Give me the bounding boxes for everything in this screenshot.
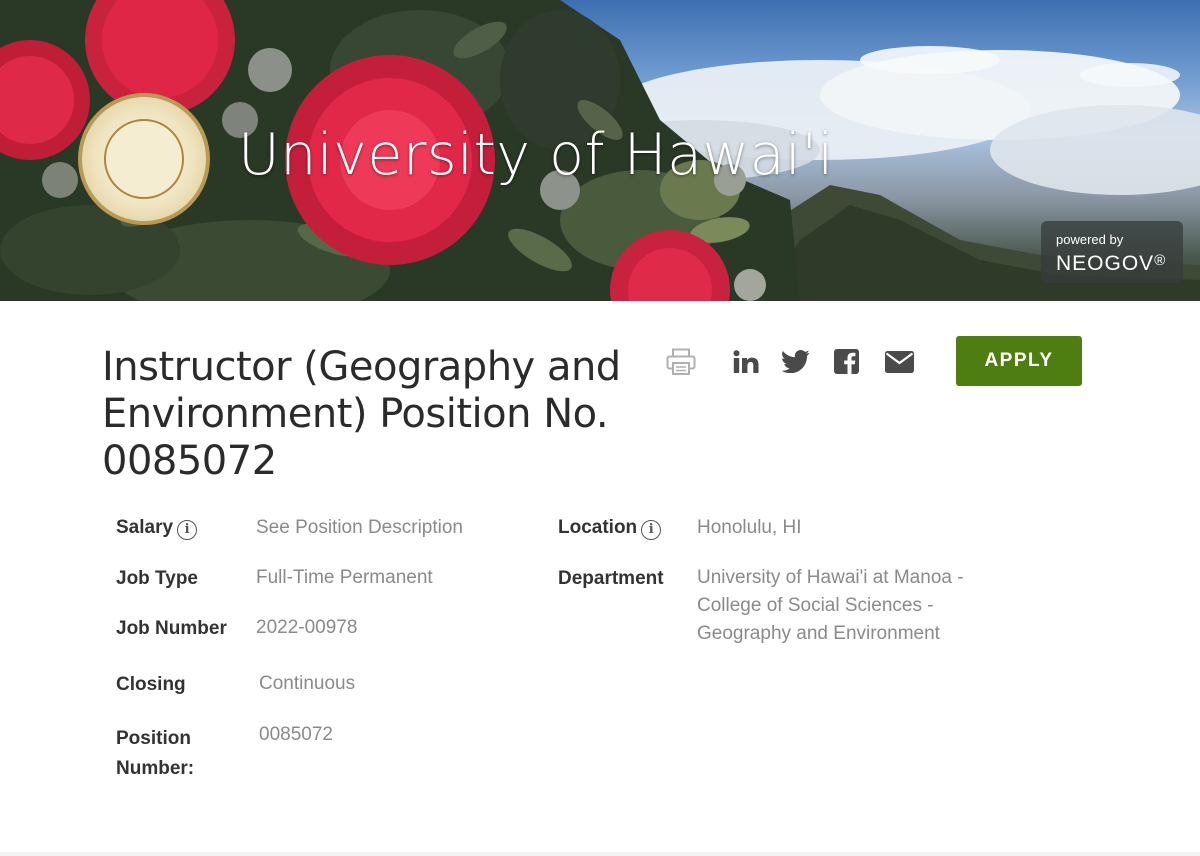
seal-torch-emblem xyxy=(104,119,184,199)
closing-label: Closing xyxy=(116,674,186,695)
salary-info-icon[interactable]: i xyxy=(177,520,198,540)
position-number-label: Position Number: xyxy=(116,724,194,784)
registered-mark: ® xyxy=(1154,252,1167,269)
powered-by-neogov-badge[interactable]: powered by NEOGOV® xyxy=(1041,221,1183,283)
apply-button[interactable]: APPLY xyxy=(956,336,1082,386)
neogov-brand-text: NEOGOV xyxy=(1056,252,1155,275)
department-label: Department xyxy=(558,568,664,589)
print-icon[interactable] xyxy=(666,348,696,376)
job-type-label: Job Type xyxy=(116,568,198,589)
closing-value: Continuous xyxy=(259,673,356,694)
organization-title: University of Hawai'i xyxy=(238,122,834,188)
job-number-label: Job Number xyxy=(116,618,227,639)
job-number-value: 2022-00978 xyxy=(256,617,358,638)
salary-label-row: Salary i xyxy=(116,517,198,540)
salary-value: See Position Description xyxy=(256,517,463,538)
location-info-icon[interactable]: i xyxy=(641,520,662,540)
location-label: Location xyxy=(558,517,638,538)
hero-banner: University of Hawai'i powered by NEOGOV® xyxy=(0,0,1200,301)
department-value-line-3: Geography and Environment xyxy=(697,623,940,644)
university-seal-logo xyxy=(78,93,210,225)
position-number-label-line-2: Number: xyxy=(116,758,195,779)
location-label-row: Location i xyxy=(558,517,662,540)
email-icon[interactable] xyxy=(885,351,914,373)
department-value-line-2: College of Social Sciences - xyxy=(697,595,934,616)
neogov-brand: NEOGOV® xyxy=(1056,248,1183,277)
job-title: Instructor (Geography and Environment) P… xyxy=(102,344,621,484)
position-number-label-line-1: Position xyxy=(116,728,191,749)
facebook-icon[interactable] xyxy=(834,349,859,374)
department-value-line-1: University of Hawai'i at Manoa - xyxy=(697,567,964,588)
job-type-value: Full-Time Permanent xyxy=(256,567,433,588)
department-value: University of Hawai'i at Manoa - College… xyxy=(697,564,964,648)
powered-by-text: powered by xyxy=(1056,232,1124,247)
twitter-icon[interactable] xyxy=(782,350,810,373)
linkedin-icon[interactable] xyxy=(733,350,759,374)
section-divider xyxy=(0,852,1200,856)
salary-label: Salary xyxy=(116,517,174,538)
location-value: Honolulu, HI xyxy=(697,517,802,538)
position-number-value: 0085072 xyxy=(259,724,333,745)
